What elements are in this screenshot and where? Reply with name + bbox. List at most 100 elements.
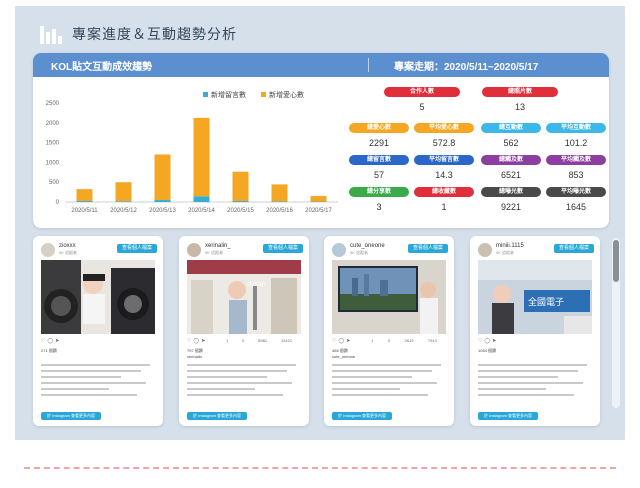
post-follower-count: 5K 追蹤者 bbox=[496, 250, 515, 255]
post-handle: xerinalin bbox=[187, 354, 202, 359]
post-action-icons: ♡◯➤ bbox=[332, 338, 352, 344]
kpi-label: 總愛心數 bbox=[349, 123, 409, 133]
kpi-label: 總收藏數 bbox=[414, 187, 474, 197]
post-username[interactable]: cute_oneone bbox=[350, 243, 385, 249]
post-stat-value: 7913 bbox=[427, 338, 437, 343]
post-stat-value: 12421 bbox=[280, 338, 293, 343]
card-header: KOL貼文互動成效趨勢 專案走期：2020/5/11~2020/5/17 bbox=[33, 53, 609, 77]
kpi-cell: 總曝光數 9221 bbox=[481, 187, 541, 212]
x-tick-label: 2020/5/11 bbox=[71, 208, 98, 214]
bar-segment-likes bbox=[310, 196, 327, 202]
post-username[interactable]: zioxxx bbox=[59, 243, 76, 249]
x-tick-label: 2020/5/12 bbox=[110, 208, 137, 214]
bar-segment-likes bbox=[232, 171, 249, 202]
post-follower-count: 5K 追蹤者 bbox=[205, 250, 224, 255]
avatar[interactable] bbox=[332, 243, 346, 257]
y-tick-label: 2500 bbox=[46, 101, 60, 107]
post-photo[interactable] bbox=[41, 260, 155, 334]
post-photo[interactable]: dyson bbox=[187, 260, 301, 334]
post-caption bbox=[187, 364, 301, 400]
kpi-label: 平均愛心數 bbox=[414, 123, 474, 133]
post-stat-value: 5981 bbox=[258, 338, 268, 343]
kpi-value: 562 bbox=[503, 138, 519, 148]
kpi-value: 101.2 bbox=[564, 138, 588, 148]
post-caption bbox=[41, 364, 155, 400]
bar-segment-likes bbox=[271, 184, 288, 202]
kpi-label: 總照片數 bbox=[482, 87, 558, 97]
bar-segment-likes bbox=[76, 189, 93, 202]
comment-icon[interactable]: ◯ bbox=[338, 338, 346, 344]
view-profile-button[interactable]: 查看個人檔案 bbox=[407, 244, 448, 253]
kpi-cell: 總互動數 562 bbox=[481, 123, 541, 148]
post-stat-value: 1 bbox=[371, 338, 374, 343]
kpi-cell: 總照片數 13 bbox=[482, 87, 558, 112]
bar-segment-comments bbox=[232, 201, 249, 202]
kpi-cell: 平均曝光數 1645 bbox=[546, 187, 606, 212]
avatar[interactable] bbox=[41, 243, 55, 257]
page: 專案進度＆互動趨勢分析 KOL貼文互動成效趨勢 專案走期：2020/5/11~2… bbox=[0, 0, 640, 488]
post-caption bbox=[478, 364, 592, 400]
kpi-label: 平均曝光數 bbox=[546, 187, 606, 197]
kol-post-card: miniii.1115 5K 追蹤者 查看個人檔案全國電子 ♡◯➤ 1054 個讚於 I… bbox=[470, 236, 600, 426]
project-period: 專案走期：2020/5/11~2020/5/17 bbox=[394, 61, 539, 73]
kpi-cell: 平均觸及數 853 bbox=[546, 155, 606, 180]
x-tick-label: 2020/5/17 bbox=[305, 208, 332, 214]
bar-segment-comments bbox=[193, 196, 210, 202]
y-tick-label: 1000 bbox=[46, 160, 60, 166]
comment-icon[interactable]: ◯ bbox=[484, 338, 492, 344]
instagram-view-more-button[interactable]: 於 Instagram 查看更多內容 bbox=[187, 412, 248, 420]
x-tick-label: 2020/5/13 bbox=[149, 208, 176, 214]
post-stat-value: 1 bbox=[225, 338, 229, 343]
view-profile-button[interactable]: 查看個人檔案 bbox=[116, 244, 157, 253]
kpi-cell: 總留言數 57 bbox=[349, 155, 409, 180]
share-icon[interactable]: ➤ bbox=[492, 338, 498, 344]
post-stat-value: 2619 bbox=[404, 338, 414, 343]
y-tick-label: 0 bbox=[56, 200, 60, 206]
post-follower-count: 5K 追蹤者 bbox=[59, 250, 78, 255]
svg-text:全國電子: 全國電子 bbox=[528, 296, 564, 307]
view-profile-button[interactable]: 查看個人檔案 bbox=[262, 244, 303, 253]
kpi-value: 57 bbox=[373, 170, 384, 180]
kpi-cell: 平均互動數 101.2 bbox=[546, 123, 606, 148]
post-action-icons: ♡◯➤ bbox=[478, 338, 498, 344]
post-action-icons: ♡◯➤ bbox=[187, 338, 207, 344]
kpi-value: 5 bbox=[419, 102, 425, 112]
x-tick-label: 2020/5/15 bbox=[227, 208, 254, 214]
legend-label: 新增愛心數 bbox=[269, 90, 304, 99]
share-icon[interactable]: ➤ bbox=[55, 338, 61, 344]
instagram-view-more-button[interactable]: 於 Instagram 查看更多內容 bbox=[332, 412, 393, 420]
kpi-value: 6521 bbox=[500, 170, 522, 180]
dashed-divider bbox=[24, 467, 616, 469]
post-username[interactable]: miniii.1115 bbox=[496, 243, 524, 249]
kpi-value: 3 bbox=[376, 202, 382, 212]
kpi-cell: 總分享數 3 bbox=[349, 187, 409, 212]
post-photo[interactable]: 全國電子 bbox=[478, 260, 592, 334]
post-likes: 1054 個讚 bbox=[478, 348, 497, 353]
instagram-view-more-button[interactable]: 於 Instagram 查看更多內容 bbox=[478, 412, 539, 420]
kpi-value: 13 bbox=[514, 102, 525, 112]
y-tick-label: 500 bbox=[49, 180, 60, 186]
bar-chart-icon bbox=[40, 24, 62, 44]
bar-segment-comments bbox=[76, 201, 93, 202]
share-icon[interactable]: ➤ bbox=[346, 338, 352, 344]
legend-swatch bbox=[261, 92, 266, 97]
page-title: 專案進度＆互動趨勢分析 bbox=[72, 26, 237, 42]
kpi-value: 1645 bbox=[565, 202, 587, 212]
instagram-view-more-button[interactable]: 於 Instagram 查看更多內容 bbox=[41, 412, 102, 420]
x-tick-label: 2020/5/16 bbox=[266, 208, 293, 214]
avatar[interactable] bbox=[478, 243, 492, 257]
post-username[interactable]: xerinalin_ bbox=[205, 243, 231, 249]
avatar[interactable] bbox=[187, 243, 201, 257]
kpi-cell: 平均愛心數 572.8 bbox=[414, 123, 474, 148]
kpi-label: 總觸及數 bbox=[481, 155, 541, 165]
post-photo[interactable] bbox=[332, 260, 446, 334]
share-icon[interactable]: ➤ bbox=[201, 338, 207, 344]
comment-icon[interactable]: ◯ bbox=[47, 338, 55, 344]
kol-performance-card: KOL貼文互動成效趨勢 專案走期：2020/5/11~2020/5/17 0 50… bbox=[33, 53, 609, 228]
scrollbar-thumb[interactable] bbox=[613, 240, 619, 282]
post-action-icons: ♡◯➤ bbox=[41, 338, 61, 344]
view-profile-button[interactable]: 查看個人檔案 bbox=[553, 244, 594, 253]
comment-icon[interactable]: ◯ bbox=[193, 338, 201, 344]
kpi-value: 9221 bbox=[500, 202, 522, 212]
post-stat-value: 0 bbox=[242, 338, 245, 343]
